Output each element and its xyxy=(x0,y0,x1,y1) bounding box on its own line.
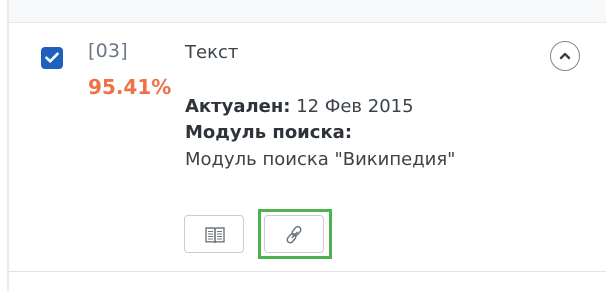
open-document-button[interactable] xyxy=(184,215,244,253)
chevron-up-icon xyxy=(559,52,571,60)
collapse-button[interactable] xyxy=(550,41,580,71)
actual-label: Актуален: xyxy=(185,96,291,117)
book-icon xyxy=(205,227,225,244)
checkmark-icon xyxy=(45,52,59,63)
actual-value: 12 Фев 2015 xyxy=(296,96,414,117)
bottom-divider xyxy=(9,271,606,272)
highlight-box xyxy=(258,209,332,259)
search-module-row: Модуль поиска: xyxy=(185,122,352,143)
select-result-checkbox[interactable] xyxy=(41,47,63,69)
search-module-label: Модуль поиска: xyxy=(185,122,353,143)
result-card: [03] 95.41% Текст Актуален: 12 Фев 2015 … xyxy=(9,23,606,271)
document-index: [03] xyxy=(88,40,128,62)
search-results-panel: [03] 95.41% Текст Актуален: 12 Фев 2015 … xyxy=(0,0,606,291)
document-type: Текст xyxy=(185,42,239,63)
match-percent: 95.41% xyxy=(88,75,172,99)
search-module-value: Модуль поиска "Википедия" xyxy=(185,149,456,170)
actual-date-row: Актуален: 12 Фев 2015 xyxy=(185,96,414,117)
previous-item-edge xyxy=(9,0,606,23)
